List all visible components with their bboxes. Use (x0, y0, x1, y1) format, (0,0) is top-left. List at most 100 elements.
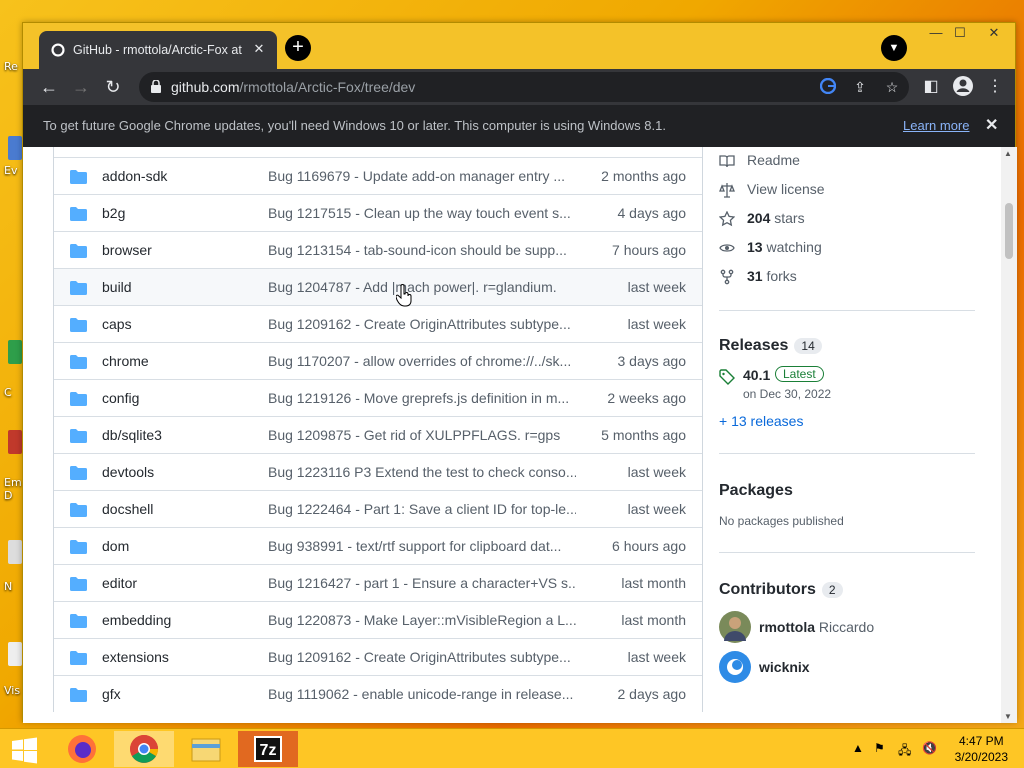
table-row[interactable]: editor Bug 1216427 - part 1 - Ensure a ch… (54, 564, 702, 601)
learn-more-link[interactable]: Learn more (903, 118, 969, 133)
profile-avatar-icon[interactable] (951, 75, 975, 99)
avatar[interactable] (719, 611, 751, 643)
desktop-app-icon[interactable] (8, 136, 22, 160)
infobar-close-icon[interactable]: ✕ (985, 115, 998, 135)
desktop-icon-label[interactable]: Re (4, 60, 18, 73)
table-row[interactable]: db/sqlite3 Bug 1209875 - Get rid of XULPP… (54, 416, 702, 453)
folder-name[interactable]: config (102, 390, 139, 406)
tab-search-chevron-icon[interactable]: ▼ (881, 35, 907, 61)
system-clock[interactable]: 4:47 PM 3/20/2023 (955, 733, 1008, 765)
more-menu-icon[interactable]: ⋮ (983, 75, 1007, 99)
table-row[interactable]: config Bug 1219126 - Move greprefs.js def… (54, 379, 702, 416)
commit-message[interactable]: Bug 1204787 - Add |mach power|. r=glandi… (268, 279, 576, 295)
commit-message[interactable]: Bug 1209162 - Create OriginAttributes su… (268, 649, 576, 665)
folder-name[interactable]: extensions (102, 649, 169, 665)
table-row[interactable]: gfx Bug 1119062 - enable unicode-range in… (54, 675, 702, 712)
commit-message[interactable]: Bug 1222464 - Part 1: Save a client ID f… (268, 501, 576, 517)
commit-message[interactable]: Bug 938991 - text/rtf support for clipbo… (268, 538, 576, 554)
start-button[interactable] (4, 731, 44, 767)
bookmark-star-icon[interactable]: ☆ (883, 78, 901, 96)
scrollbar-thumb[interactable] (1005, 203, 1013, 259)
folder-name[interactable]: db/sqlite3 (102, 427, 162, 443)
desktop-icon-label[interactable]: Ev (4, 164, 17, 177)
volume-muted-icon[interactable]: 🔇 (922, 741, 937, 755)
commit-message[interactable]: Bug 1209162 - Create OriginAttributes su… (268, 316, 576, 332)
table-row[interactable] (54, 147, 702, 157)
table-row[interactable]: chrome Bug 1170207 - allow overrides of c… (54, 342, 702, 379)
title-bar[interactable]: GitHub - rmottola/Arctic-Fox at d ✕ + ▼ … (23, 23, 1015, 69)
desktop-icon-label[interactable]: N (4, 580, 12, 593)
tab-github[interactable]: GitHub - rmottola/Arctic-Fox at d ✕ (39, 31, 277, 69)
reload-icon[interactable]: ↻ (101, 75, 125, 99)
tab-close-icon[interactable]: ✕ (251, 41, 267, 57)
commit-message[interactable]: Bug 1216427 - part 1 - Ensure a characte… (268, 575, 576, 591)
close-window-button[interactable]: ✕ (979, 23, 1009, 43)
stars-link[interactable]: 204 stars (719, 205, 979, 234)
folder-name[interactable]: chrome (102, 353, 149, 369)
chrome-taskbar-button[interactable] (114, 731, 174, 767)
folder-name[interactable]: addon-sdk (102, 168, 167, 184)
scroll-up-arrow-icon[interactable]: ▲ (1004, 149, 1012, 158)
commit-message[interactable]: Bug 1217515 - Clean up the way touch eve… (268, 205, 576, 221)
desktop-icon-label[interactable]: C (4, 386, 12, 399)
folder-name[interactable]: editor (102, 575, 137, 591)
table-row[interactable]: b2g Bug 1217515 - Clean up the way touch … (54, 194, 702, 231)
table-row[interactable]: dom Bug 938991 - text/rtf support for cli… (54, 527, 702, 564)
commit-message[interactable]: Bug 1170207 - allow overrides of chrome:… (268, 353, 576, 369)
commit-message[interactable]: Bug 1209875 - Get rid of XULPPFLAGS. r=g… (268, 427, 576, 443)
releases-heading[interactable]: Releases 14 (719, 337, 979, 355)
folder-name[interactable]: build (102, 279, 132, 295)
commit-message[interactable]: Bug 1220873 - Make Layer::mVisibleRegion… (268, 612, 576, 628)
folder-name[interactable]: gfx (102, 686, 121, 702)
table-row[interactable]: docshell Bug 1222464 - Part 1: Save a cli… (54, 490, 702, 527)
watching-link[interactable]: 13 watching (719, 234, 979, 263)
new-tab-button[interactable]: + (285, 35, 311, 61)
folder-name[interactable]: embedding (102, 612, 171, 628)
url-text[interactable]: github.com/rmottola/Arctic-Fox/tree/dev (171, 79, 415, 95)
contributor-row[interactable]: rmottola Riccardo (719, 611, 979, 645)
table-row[interactable]: build Bug 1204787 - Add |mach power|. r=g… (54, 268, 702, 305)
table-row[interactable]: extensions Bug 1209162 - Create OriginAtt… (54, 638, 702, 675)
share-icon[interactable]: ⇪ (851, 78, 869, 96)
show-hidden-icons-icon[interactable]: ▲ (852, 741, 864, 755)
7zip-taskbar-button[interactable]: 7z (238, 731, 298, 767)
table-row[interactable]: browser Bug 1213154 - tab-sound-icon shou… (54, 231, 702, 268)
folder-name[interactable]: devtools (102, 464, 154, 480)
license-link[interactable]: View license (719, 176, 979, 205)
desktop-icon-label[interactable]: Vis (4, 684, 20, 697)
folder-name[interactable]: dom (102, 538, 129, 554)
readme-link[interactable]: Readme (719, 147, 979, 176)
address-bar[interactable]: github.com/rmottola/Arctic-Fox/tree/dev … (139, 72, 909, 102)
file-explorer-taskbar-button[interactable] (176, 731, 236, 767)
table-row[interactable]: addon-sdk Bug 1169679 - Update add-on man… (54, 157, 702, 194)
back-arrow-icon[interactable]: ← (37, 75, 61, 99)
network-icon[interactable]: 🖧 (898, 741, 911, 762)
table-row[interactable]: devtools Bug 1223116 P3 Extend the test t… (54, 453, 702, 490)
desktop-app-icon[interactable] (8, 642, 22, 666)
desktop-app-icon[interactable] (8, 430, 22, 454)
action-center-flag-icon[interactable]: ⚑ (874, 741, 885, 755)
desktop-icon-label[interactable]: Em D (4, 476, 22, 502)
contributors-heading[interactable]: Contributors 2 (719, 581, 979, 599)
maximize-button[interactable]: ☐ (945, 23, 975, 43)
side-panel-icon[interactable]: ◧ (919, 75, 943, 99)
commit-message[interactable]: Bug 1213154 - tab-sound-icon should be s… (268, 242, 576, 258)
forward-arrow-icon[interactable]: → (69, 75, 93, 99)
more-releases-link[interactable]: + 13 releases (719, 413, 979, 429)
folder-name[interactable]: browser (102, 242, 152, 258)
commit-message[interactable]: Bug 1169679 - Update add-on manager entr… (268, 168, 576, 184)
google-icon[interactable] (819, 77, 837, 96)
folder-name[interactable]: caps (102, 316, 132, 332)
commit-message[interactable]: Bug 1223116 P3 Extend the test to check … (268, 464, 576, 480)
desktop-app-icon[interactable] (8, 540, 22, 564)
firefox-taskbar-button[interactable] (52, 731, 112, 767)
table-row[interactable]: embedding Bug 1220873 - Make Layer::mVisi… (54, 601, 702, 638)
commit-message[interactable]: Bug 1119062 - enable unicode-range in re… (268, 686, 576, 702)
scroll-down-arrow-icon[interactable]: ▼ (1004, 712, 1012, 721)
contributor-row[interactable]: wicknix (719, 651, 979, 685)
commit-message[interactable]: Bug 1219126 - Move greprefs.js definitio… (268, 390, 576, 406)
avatar[interactable] (719, 651, 751, 683)
desktop-app-icon[interactable] (8, 340, 22, 364)
folder-name[interactable]: b2g (102, 205, 125, 221)
forks-link[interactable]: 31 forks (719, 263, 979, 292)
